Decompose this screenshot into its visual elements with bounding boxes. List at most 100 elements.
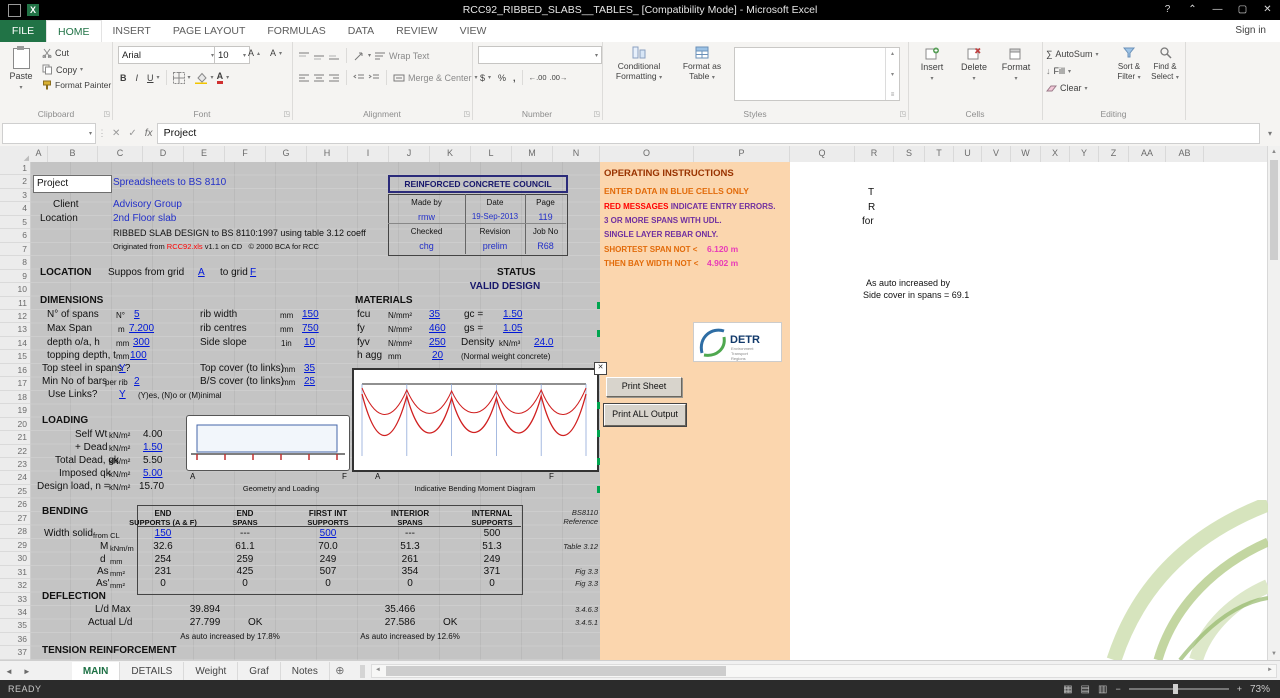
help-button[interactable]: ? <box>1155 0 1180 20</box>
dim-depth-value[interactable]: 300 <box>133 337 150 349</box>
column-header-B[interactable]: B <box>48 146 98 162</box>
page-break-view-icon[interactable]: ▥ <box>1098 684 1107 695</box>
row-header-8[interactable]: 8 <box>0 256 30 270</box>
cut-button[interactable]: Cut <box>42 48 69 58</box>
selected-cell-project[interactable]: Project <box>33 175 112 193</box>
column-header-H[interactable]: H <box>307 146 348 162</box>
ribbon-display-options-icon[interactable]: ⌃ <box>1180 0 1205 20</box>
row-header-24[interactable]: 24 <box>0 471 30 485</box>
cell-jobno-value[interactable]: R68 <box>525 240 566 252</box>
row-header-26[interactable]: 26 <box>0 498 30 512</box>
row-header-2[interactable]: 2 <box>0 175 30 189</box>
merge-center-button[interactable]: Merge & Center <box>408 73 472 83</box>
align-center-icon[interactable] <box>313 73 325 83</box>
font-color-icon[interactable]: A <box>216 71 224 84</box>
dim-minbars-value[interactable]: 2 <box>134 376 140 388</box>
row-header-34[interactable]: 34 <box>0 606 30 620</box>
fill-button[interactable]: ↓ Fill ▾ <box>1046 66 1071 76</box>
align-bottom-icon[interactable] <box>328 51 340 61</box>
currency-button[interactable]: $ <box>480 73 485 83</box>
tab-data[interactable]: DATA <box>337 20 385 42</box>
scroll-left-icon[interactable]: ◄ <box>372 665 384 677</box>
normal-view-icon[interactable]: ▦ <box>1063 684 1072 695</box>
mat-fyv-value[interactable]: 250 <box>429 337 446 349</box>
scroll-down-icon[interactable]: ▼ <box>1268 648 1280 660</box>
dim-bscover-value[interactable]: 25 <box>304 376 315 388</box>
name-box[interactable]: ▾ <box>2 122 96 144</box>
cell-date-value[interactable]: 19-Sep-2013 <box>465 211 525 223</box>
column-header-V[interactable]: V <box>982 146 1011 162</box>
tab-split-handle[interactable] <box>359 664 365 678</box>
formula-input[interactable]: Project <box>156 122 1260 144</box>
bending-value-r0c0[interactable]: 150 <box>123 528 203 540</box>
tab-home[interactable]: HOME <box>46 20 102 43</box>
cell-madeby-value[interactable]: rmw <box>388 211 465 223</box>
italic-button[interactable]: I <box>136 73 139 83</box>
tab-scroll-right-icon[interactable]: ► <box>18 662 36 681</box>
tab-page-layout[interactable]: PAGE LAYOUT <box>162 20 257 42</box>
dim-topsteel-value[interactable]: Y <box>119 363 126 375</box>
column-header-U[interactable]: U <box>954 146 982 162</box>
row-header-13[interactable]: 13 <box>0 323 30 337</box>
column-header-X[interactable]: X <box>1041 146 1070 162</box>
decrease-decimal-icon[interactable]: .00→ <box>550 73 568 82</box>
number-format-combobox[interactable]: ▾ <box>478 46 602 64</box>
grow-font-button[interactable]: A ▴ <box>248 48 260 58</box>
sheet-tab-weight[interactable]: Weight <box>184 661 239 681</box>
column-header-AA[interactable]: AA <box>1129 146 1166 162</box>
column-header-AB[interactable]: AB <box>1166 146 1204 162</box>
minimize-button[interactable]: — <box>1205 0 1230 20</box>
conditional-formatting-button[interactable]: Conditional Formatting ▾ <box>608 46 670 81</box>
number-dialog-launcher-icon[interactable]: ◳ <box>593 110 600 118</box>
tab-insert[interactable]: INSERT <box>102 20 162 42</box>
increase-decimal-icon[interactable]: ←.00 <box>529 73 547 82</box>
row-header-19[interactable]: 19 <box>0 404 30 418</box>
row-header-12[interactable]: 12 <box>0 310 30 324</box>
zoom-out-button[interactable]: − <box>1115 684 1120 694</box>
horizontal-scrollbar[interactable]: ◄ ► <box>370 664 1277 678</box>
moment-chart[interactable] <box>352 368 599 472</box>
row-header-1[interactable]: 1 <box>0 162 30 176</box>
wrap-text-button[interactable]: Wrap Text <box>389 51 429 61</box>
cell-checked-value[interactable]: chg <box>388 240 465 252</box>
cell-location-value[interactable]: 2nd Floor slab <box>113 213 176 225</box>
expand-formula-bar-icon[interactable]: ▾ <box>1260 129 1280 138</box>
scroll-right-icon[interactable]: ► <box>1264 665 1276 677</box>
zoom-slider[interactable] <box>1128 684 1229 694</box>
dim-spans-value[interactable]: 5 <box>134 309 140 321</box>
row-header-11[interactable]: 11 <box>0 297 30 310</box>
column-header-N[interactable]: N <box>553 146 600 162</box>
column-header-T[interactable]: T <box>925 146 954 162</box>
autosum-button[interactable]: ∑ AutoSum ▾ <box>1046 49 1098 59</box>
vertical-scrollbar[interactable]: ▲ ▼ <box>1267 146 1280 660</box>
underline-button[interactable]: U <box>147 73 154 83</box>
column-header-S[interactable]: S <box>894 146 925 162</box>
shrink-font-button[interactable]: A ▾ <box>270 48 282 58</box>
borders-icon[interactable] <box>172 71 185 84</box>
row-header-15[interactable]: 15 <box>0 350 30 364</box>
mat-density-value[interactable]: 24.0 <box>534 337 553 349</box>
restore-button[interactable]: ▢ <box>1230 0 1255 20</box>
copy-button[interactable]: Copy ▾ <box>42 64 83 75</box>
column-header-Z[interactable]: Z <box>1099 146 1129 162</box>
column-header-O[interactable]: O <box>600 146 694 162</box>
sort-filter-button[interactable]: Sort & Filter ▾ <box>1112 46 1146 81</box>
sheet-tab-details[interactable]: DETAILS <box>120 661 185 681</box>
select-all-corner[interactable] <box>0 146 31 163</box>
sheet-tab-notes[interactable]: Notes <box>281 661 330 681</box>
delete-cells-button[interactable]: Delete ▾ <box>954 47 994 82</box>
increase-indent-icon[interactable] <box>368 73 380 83</box>
sheet-tab-main[interactable]: MAIN <box>71 661 121 681</box>
format-painter-button[interactable]: Format Painter <box>42 80 111 90</box>
dim-topcover-value[interactable]: 35 <box>304 363 315 375</box>
insert-function-icon[interactable]: fx <box>141 128 157 139</box>
row-header-29[interactable]: 29 <box>0 539 30 553</box>
tab-formulas[interactable]: FORMULAS <box>256 20 336 42</box>
cancel-entry-icon[interactable]: ✕ <box>108 128 124 139</box>
row-header-37[interactable]: 37 <box>0 646 30 660</box>
align-middle-icon[interactable] <box>313 51 325 61</box>
vertical-scroll-thumb[interactable] <box>1270 160 1278 260</box>
row-header-9[interactable]: 9 <box>0 270 30 284</box>
grid-viewport[interactable]: Project Spreadsheets to BS 8110 REINFORC… <box>0 162 1268 660</box>
geometry-chart[interactable] <box>186 415 350 471</box>
